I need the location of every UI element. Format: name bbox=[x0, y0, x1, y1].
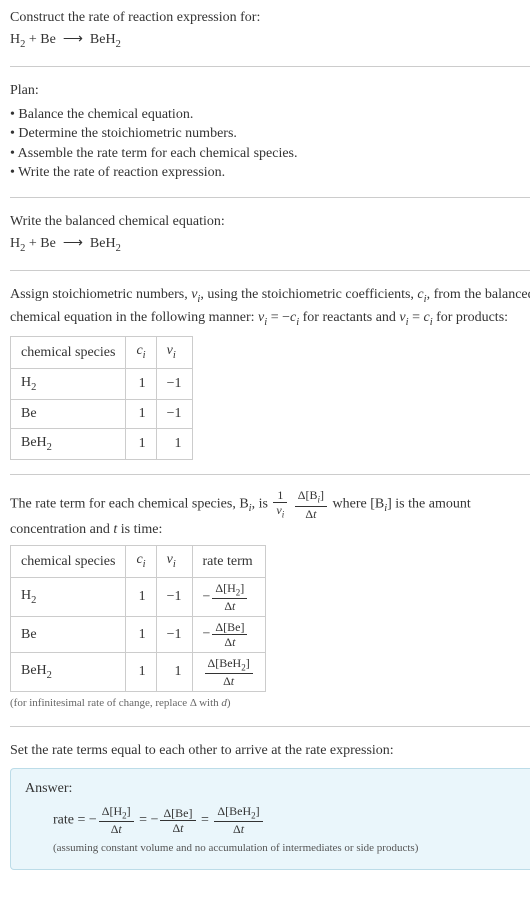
cell-rateterm: Δ[BeH2]Δt bbox=[192, 653, 265, 692]
table-row: BeH2 1 1 bbox=[11, 428, 193, 459]
separator bbox=[10, 726, 530, 727]
cell-species: Be bbox=[11, 400, 126, 429]
balanced-heading: Write the balanced chemical equation: bbox=[10, 212, 530, 232]
answer-assumption: (assuming constant volume and no accumul… bbox=[53, 841, 525, 856]
cell-species: H2 bbox=[11, 368, 126, 399]
plan-heading: Plan: bbox=[10, 81, 530, 101]
col-species: chemical species bbox=[11, 546, 126, 577]
table-header-row: chemical species ci νi rate term bbox=[11, 546, 266, 577]
cell-nui: −1 bbox=[156, 617, 192, 653]
cell-nui: 1 bbox=[156, 653, 192, 692]
col-species: chemical species bbox=[11, 337, 126, 368]
col-ci: ci bbox=[126, 546, 156, 577]
plan-list: • Balance the chemical equation. • Deter… bbox=[10, 105, 530, 183]
rate-table-note: (for infinitesimal rate of change, repla… bbox=[10, 696, 530, 711]
answer-rate-expression: rate = −Δ[H2]Δt = −Δ[Be]Δt = Δ[BeH2]Δt bbox=[53, 805, 525, 835]
cell-species: H2 bbox=[11, 577, 126, 616]
separator bbox=[10, 270, 530, 271]
table-row: BeH2 1 1 Δ[BeH2]Δt bbox=[11, 653, 266, 692]
plan-item: • Assemble the rate term for each chemic… bbox=[10, 144, 530, 164]
cell-species: BeH2 bbox=[11, 428, 126, 459]
table-row: H2 1 −1 bbox=[11, 368, 193, 399]
stoich-table: chemical species ci νi H2 1 −1 Be 1 −1 B… bbox=[10, 336, 193, 460]
col-nui: νi bbox=[156, 337, 192, 368]
rate-intro: The rate term for each chemical species,… bbox=[10, 489, 530, 539]
separator bbox=[10, 474, 530, 475]
cell-nui: −1 bbox=[156, 368, 192, 399]
col-nui: νi bbox=[156, 546, 192, 577]
balanced-equation: H2 + Be ⟶ BeH2 bbox=[10, 234, 530, 256]
cell-ci: 1 bbox=[126, 368, 156, 399]
table-header-row: chemical species ci νi bbox=[11, 337, 193, 368]
construct-title: Construct the rate of reaction expressio… bbox=[10, 8, 530, 28]
table-row: H2 1 −1 −Δ[H2]Δt bbox=[11, 577, 266, 616]
cell-species: Be bbox=[11, 617, 126, 653]
answer-title: Answer: bbox=[25, 779, 525, 799]
rate-table: chemical species ci νi rate term H2 1 −1… bbox=[10, 545, 266, 692]
set-equal-text: Set the rate terms equal to each other t… bbox=[10, 741, 530, 761]
col-rateterm: rate term bbox=[192, 546, 265, 577]
plan-item: • Write the rate of reaction expression. bbox=[10, 163, 530, 183]
plan-item: • Determine the stoichiometric numbers. bbox=[10, 124, 530, 144]
cell-nui: 1 bbox=[156, 428, 192, 459]
table-row: Be 1 −1 bbox=[11, 400, 193, 429]
cell-ci: 1 bbox=[126, 653, 156, 692]
cell-ci: 1 bbox=[126, 428, 156, 459]
assign-text: Assign stoichiometric numbers, νi, using… bbox=[10, 285, 530, 330]
cell-nui: −1 bbox=[156, 577, 192, 616]
cell-species: BeH2 bbox=[11, 653, 126, 692]
header-equation: H2 + Be ⟶ BeH2 bbox=[10, 30, 530, 52]
cell-rateterm: −Δ[Be]Δt bbox=[192, 617, 265, 653]
cell-nui: −1 bbox=[156, 400, 192, 429]
col-ci: ci bbox=[126, 337, 156, 368]
cell-ci: 1 bbox=[126, 400, 156, 429]
table-row: Be 1 −1 −Δ[Be]Δt bbox=[11, 617, 266, 653]
separator bbox=[10, 66, 530, 67]
cell-ci: 1 bbox=[126, 577, 156, 616]
cell-rateterm: −Δ[H2]Δt bbox=[192, 577, 265, 616]
answer-box: Answer: rate = −Δ[H2]Δt = −Δ[Be]Δt = Δ[B… bbox=[10, 768, 530, 869]
plan-item: • Balance the chemical equation. bbox=[10, 105, 530, 125]
cell-ci: 1 bbox=[126, 617, 156, 653]
separator bbox=[10, 197, 530, 198]
